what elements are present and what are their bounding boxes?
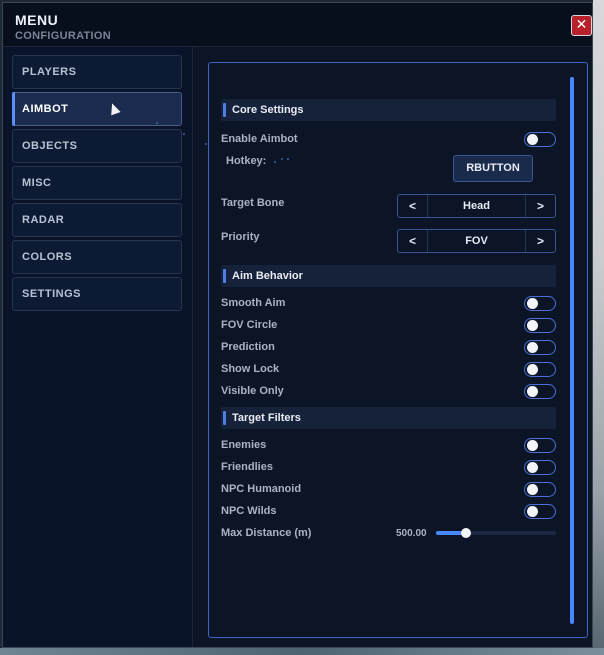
hotkey-button[interactable]: RBUTTON	[453, 155, 533, 182]
npc-humanoid-label: NPC Humanoid	[221, 483, 302, 495]
enemies-label: Enemies	[221, 439, 267, 451]
decorative-dot	[156, 122, 158, 124]
sidebar-item-aimbot[interactable]: AIMBOT	[12, 92, 182, 126]
prediction-label: Prediction	[221, 341, 275, 353]
decorative-dot	[205, 143, 207, 145]
fov-circle-toggle[interactable]	[524, 318, 556, 333]
section-core-settings: Core Settings	[221, 99, 556, 121]
window-title: MENU	[15, 12, 59, 28]
window-subtitle: CONFIGURATION	[15, 30, 111, 42]
target-bone-value: Head	[463, 200, 490, 212]
close-button[interactable]: ✕	[571, 15, 592, 36]
max-distance-label: Max Distance (m)	[221, 527, 312, 539]
priority-next-button[interactable]: >	[525, 230, 555, 252]
sidebar-item-label: RADAR	[22, 214, 65, 226]
smooth-aim-label: Smooth Aim	[221, 297, 286, 309]
target-bone-label: Target Bone	[221, 197, 285, 209]
visible-only-label: Visible Only	[221, 385, 284, 397]
slider-thumb[interactable]	[461, 528, 471, 538]
close-icon: ✕	[575, 17, 588, 33]
sidebar: PLAYERS AIMBOT OBJECTS MISC RADAR COLORS…	[3, 47, 193, 647]
section-title: Core Settings	[232, 104, 304, 116]
toggle-knob	[527, 440, 538, 451]
target-bone-prev-button[interactable]: <	[398, 195, 428, 217]
sidebar-item-label: COLORS	[22, 251, 73, 263]
toggle-knob	[527, 386, 538, 397]
toggle-knob	[527, 364, 538, 375]
menu-window: MENU CONFIGURATION ✕ PLAYERS AIMBOT OBJE…	[2, 2, 593, 648]
toggle-knob	[527, 506, 538, 517]
visible-only-toggle[interactable]	[524, 384, 556, 399]
show-lock-toggle[interactable]	[524, 362, 556, 377]
sidebar-item-misc[interactable]: MISC	[12, 166, 182, 200]
sidebar-item-label: SETTINGS	[22, 288, 82, 300]
priority-selector: < FOV >	[397, 229, 556, 253]
smooth-aim-toggle[interactable]	[524, 296, 556, 311]
panel-scrollbar[interactable]	[570, 77, 574, 624]
sidebar-item-colors[interactable]: COLORS	[12, 240, 182, 274]
enable-aimbot-label: Enable Aimbot	[221, 133, 298, 145]
friendlies-toggle[interactable]	[524, 460, 556, 475]
section-title: Target Filters	[232, 412, 301, 424]
decorative-dot	[183, 133, 185, 135]
friendlies-label: Friendlies	[221, 461, 273, 473]
show-lock-label: Show Lock	[221, 363, 280, 375]
decorative-dot	[274, 161, 276, 163]
window-header: MENU CONFIGURATION ✕	[3, 3, 592, 47]
sidebar-item-label: MISC	[22, 177, 52, 189]
background-scenery-bottom	[0, 648, 604, 655]
section-aim-behavior: Aim Behavior	[221, 265, 556, 287]
sidebar-item-label: PLAYERS	[22, 66, 77, 78]
sidebar-item-radar[interactable]: RADAR	[12, 203, 182, 237]
sidebar-item-settings[interactable]: SETTINGS	[12, 277, 182, 311]
toggle-knob	[527, 462, 538, 473]
decorative-dot	[287, 158, 289, 160]
enemies-toggle[interactable]	[524, 438, 556, 453]
hotkey-label: Hotkey:	[226, 155, 267, 167]
sidebar-item-label: AIMBOT	[22, 103, 69, 115]
aimbot-settings-panel: Core Settings Enable Aimbot Hotkey: RBUT…	[205, 62, 588, 638]
priority-label: Priority	[221, 231, 260, 243]
npc-wilds-label: NPC Wilds	[221, 505, 277, 517]
toggle-knob	[527, 134, 538, 145]
npc-wilds-toggle[interactable]	[524, 504, 556, 519]
sidebar-item-objects[interactable]: OBJECTS	[12, 129, 182, 163]
prediction-toggle[interactable]	[524, 340, 556, 355]
target-bone-next-button[interactable]: >	[525, 195, 555, 217]
sidebar-item-label: OBJECTS	[22, 140, 78, 152]
toggle-knob	[527, 320, 538, 331]
toggle-knob	[527, 342, 538, 353]
target-bone-selector: < Head >	[397, 194, 556, 218]
sidebar-item-players[interactable]: PLAYERS	[12, 55, 182, 89]
max-distance-value: 500.00	[396, 528, 427, 539]
enable-aimbot-toggle[interactable]	[524, 132, 556, 147]
section-title: Aim Behavior	[232, 270, 303, 282]
toggle-knob	[527, 298, 538, 309]
fov-circle-label: FOV Circle	[221, 319, 278, 331]
priority-value: FOV	[465, 235, 488, 247]
background-scenery	[593, 0, 604, 655]
toggle-knob	[527, 484, 538, 495]
mouse-cursor-icon	[107, 101, 121, 116]
priority-prev-button[interactable]: <	[398, 230, 428, 252]
section-target-filters: Target Filters	[221, 407, 556, 429]
npc-humanoid-toggle[interactable]	[524, 482, 556, 497]
max-distance-slider[interactable]	[436, 528, 556, 538]
decorative-dot	[281, 158, 283, 160]
